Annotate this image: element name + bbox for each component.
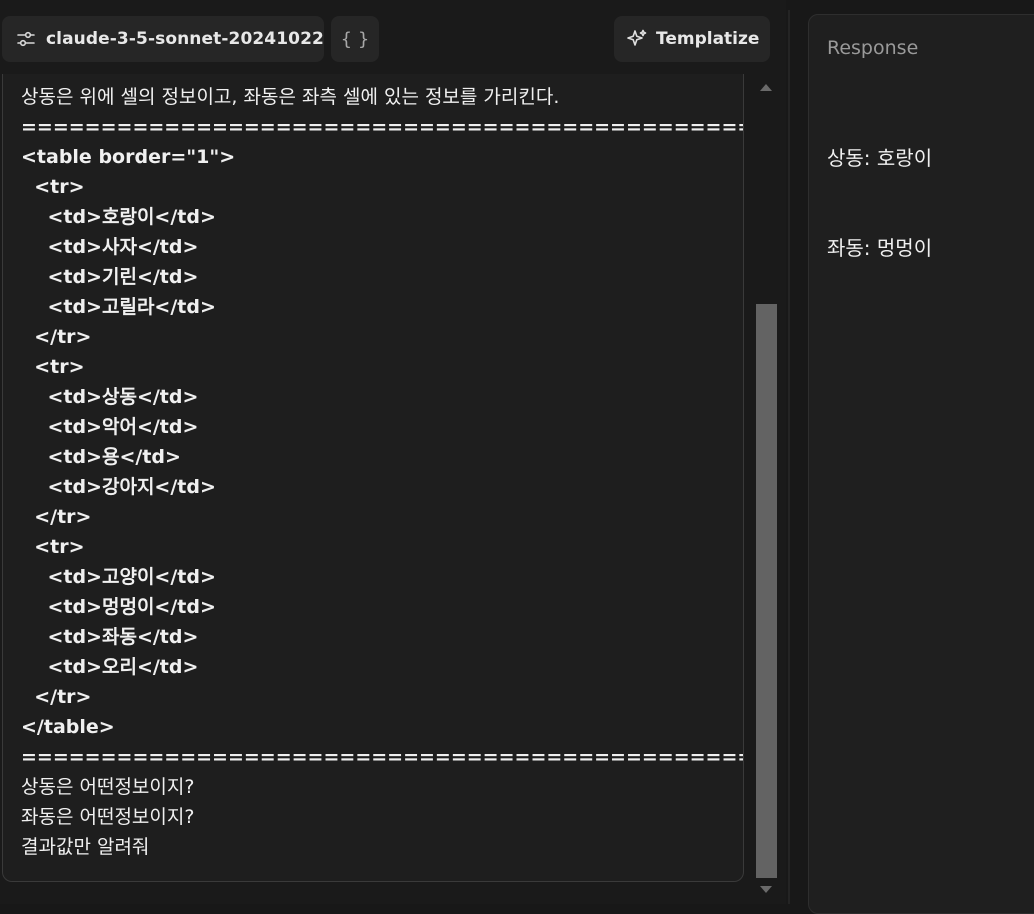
prompt-line: <td>좌동</td> bbox=[21, 626, 199, 648]
prompt-line: <tr> bbox=[21, 536, 85, 558]
prompt-line: <td>멍멍이</td> bbox=[21, 596, 216, 618]
pane-divider[interactable] bbox=[788, 10, 790, 904]
response-line: 상동: 호랑이 bbox=[827, 146, 933, 170]
prompt-line: <td>고릴라</td> bbox=[21, 296, 216, 318]
prompt-line: 결과값만 알려줘 bbox=[21, 836, 150, 858]
templatize-label: Templatize bbox=[656, 29, 760, 49]
prompt-line: 상동은 어떤정보이지? bbox=[21, 776, 195, 798]
prompt-line: </tr> bbox=[21, 326, 92, 348]
prompt-line: <td>악어</td> bbox=[21, 416, 199, 438]
scroll-thumb[interactable] bbox=[756, 304, 777, 878]
json-mode-button[interactable]: { } bbox=[331, 16, 379, 62]
model-selector-button[interactable]: claude-3-5-sonnet-20241022 bbox=[2, 16, 324, 62]
editor-scrollbar[interactable] bbox=[756, 74, 777, 904]
scroll-up-arrow-icon[interactable] bbox=[760, 84, 772, 91]
response-line: 좌동: 멍멍이 bbox=[827, 236, 933, 260]
prompt-line: <td>상동</td> bbox=[21, 386, 199, 408]
sparkle-icon bbox=[626, 28, 648, 50]
prompt-line: <tr> bbox=[21, 356, 85, 378]
prompt-line: </tr> bbox=[21, 686, 92, 708]
model-label: claude-3-5-sonnet-20241022 bbox=[46, 29, 324, 49]
prompt-line: <td>강아지</td> bbox=[21, 476, 216, 498]
prompt-line: <td>사자</td> bbox=[21, 236, 199, 258]
sliders-icon bbox=[16, 29, 36, 49]
prompt-line: <td>용</td> bbox=[21, 446, 181, 468]
prompt-line: <tr> bbox=[21, 176, 85, 198]
prompt-line: <td>고양이</td> bbox=[21, 566, 216, 588]
prompt-line: ========================================… bbox=[21, 746, 744, 768]
prompt-line: <table border="1"> bbox=[21, 146, 236, 168]
prompt-line: 좌동은 어떤정보이지? bbox=[21, 806, 195, 828]
prompt-line: <td>오리</td> bbox=[21, 656, 199, 678]
prompt-line: <td>기린</td> bbox=[21, 266, 199, 288]
prompt-line: <td>호랑이</td> bbox=[21, 206, 216, 228]
templatize-button[interactable]: Templatize bbox=[614, 16, 770, 62]
prompt-line: ========================================… bbox=[21, 116, 744, 138]
prompt-line: 상동은 위에 셀의 정보이고, 좌동은 좌측 셀에 있는 정보를 가리킨다. bbox=[21, 86, 560, 108]
response-title: Response bbox=[827, 37, 919, 59]
response-pane: Response 상동: 호랑이 좌동: 멍멍이 bbox=[808, 14, 1034, 914]
prompt-pane: claude-3-5-sonnet-20241022 { } Templatiz… bbox=[0, 0, 786, 904]
response-text: 상동: 호랑이 좌동: 멍멍이 bbox=[827, 83, 932, 323]
prompt-line: </table> bbox=[21, 716, 115, 738]
scroll-down-arrow-icon[interactable] bbox=[760, 886, 772, 893]
prompt-editor[interactable]: 상동은 위에 셀의 정보이고, 좌동은 좌측 셀에 있는 정보를 가리킨다. ==… bbox=[2, 74, 744, 882]
json-label: { } bbox=[340, 28, 370, 50]
prompt-text: 상동은 위에 셀의 정보이고, 좌동은 좌측 셀에 있는 정보를 가리킨다. ==… bbox=[21, 82, 744, 862]
prompt-line: </tr> bbox=[21, 506, 92, 528]
